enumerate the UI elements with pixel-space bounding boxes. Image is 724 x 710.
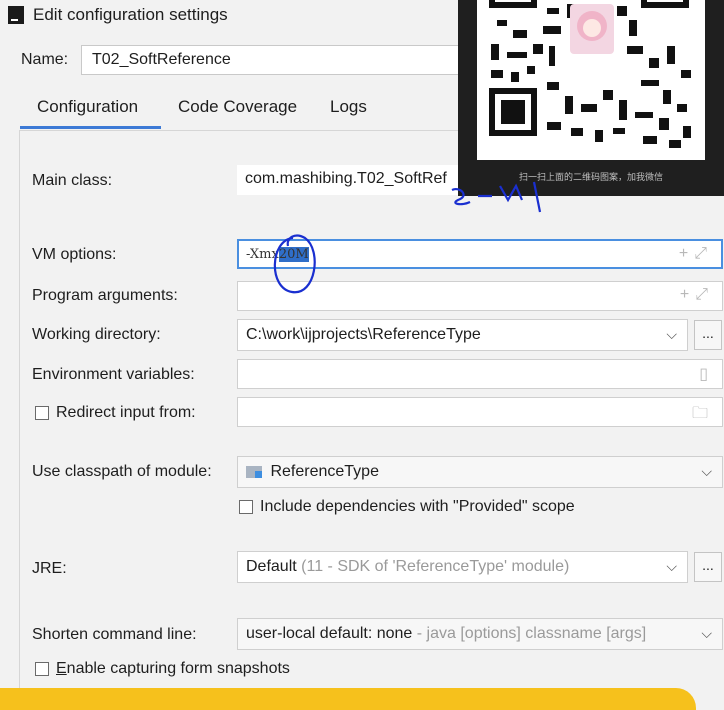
handwritten-annotation [273, 181, 542, 294]
subtitle-banner [0, 688, 696, 710]
